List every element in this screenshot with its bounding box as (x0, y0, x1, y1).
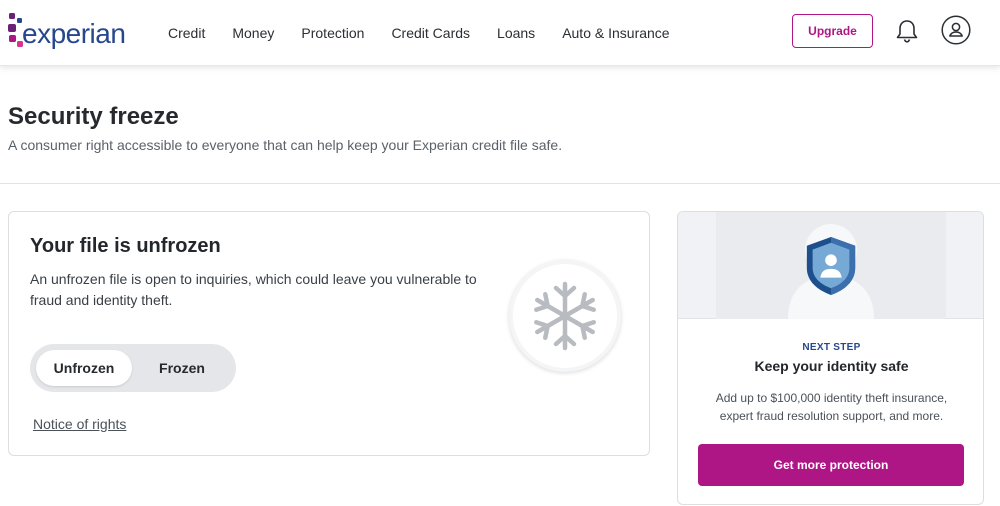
nav-auto-insurance[interactable]: Auto & Insurance (562, 25, 669, 41)
get-more-protection-button[interactable]: Get more protection (698, 444, 964, 486)
experian-logo[interactable]: experian (8, 11, 133, 53)
page-title: Security freeze (8, 103, 179, 130)
upgrade-button[interactable]: Upgrade (792, 14, 873, 48)
freeze-toggle[interactable]: Unfrozen Frozen (30, 344, 236, 392)
toggle-unfrozen-option[interactable]: Unfrozen (36, 350, 132, 386)
nav-loans[interactable]: Loans (497, 25, 535, 41)
top-header: experian Credit Money Protection Credit … (0, 0, 1000, 66)
toggle-frozen-option[interactable]: Frozen (134, 350, 230, 386)
bell-icon[interactable] (893, 17, 921, 45)
freeze-status-title: Your file is unfrozen (30, 235, 221, 257)
freeze-status-card: Your file is unfrozen An unfrozen file i… (8, 211, 650, 456)
nav-credit-cards[interactable]: Credit Cards (391, 25, 470, 41)
user-circle-icon[interactable] (941, 15, 971, 45)
snowflake-badge (509, 260, 621, 372)
next-step-eyebrow: NEXT STEP (802, 342, 861, 353)
section-divider (0, 183, 1000, 184)
next-step-hero (678, 212, 983, 319)
nav-protection[interactable]: Protection (301, 25, 364, 41)
nav-money[interactable]: Money (232, 25, 274, 41)
next-step-description: Add up to $100,000 identity theft insura… (715, 391, 948, 423)
page-subtitle: A consumer right accessible to everyone … (8, 137, 563, 153)
next-step-card: NEXT STEP Keep your identity safe Add up… (677, 211, 984, 505)
freeze-status-description: An unfrozen file is open to inquiries, w… (30, 271, 477, 308)
notice-of-rights-link[interactable]: Notice of rights (33, 416, 126, 432)
next-step-title: Keep your identity safe (754, 358, 909, 374)
snowflake-icon (534, 281, 596, 351)
nav-credit[interactable]: Credit (168, 25, 205, 41)
shield-person-icon (806, 237, 856, 295)
main-nav: Credit Money Protection Credit Cards Loa… (168, 0, 697, 66)
logo-wordmark: experian (22, 18, 126, 49)
